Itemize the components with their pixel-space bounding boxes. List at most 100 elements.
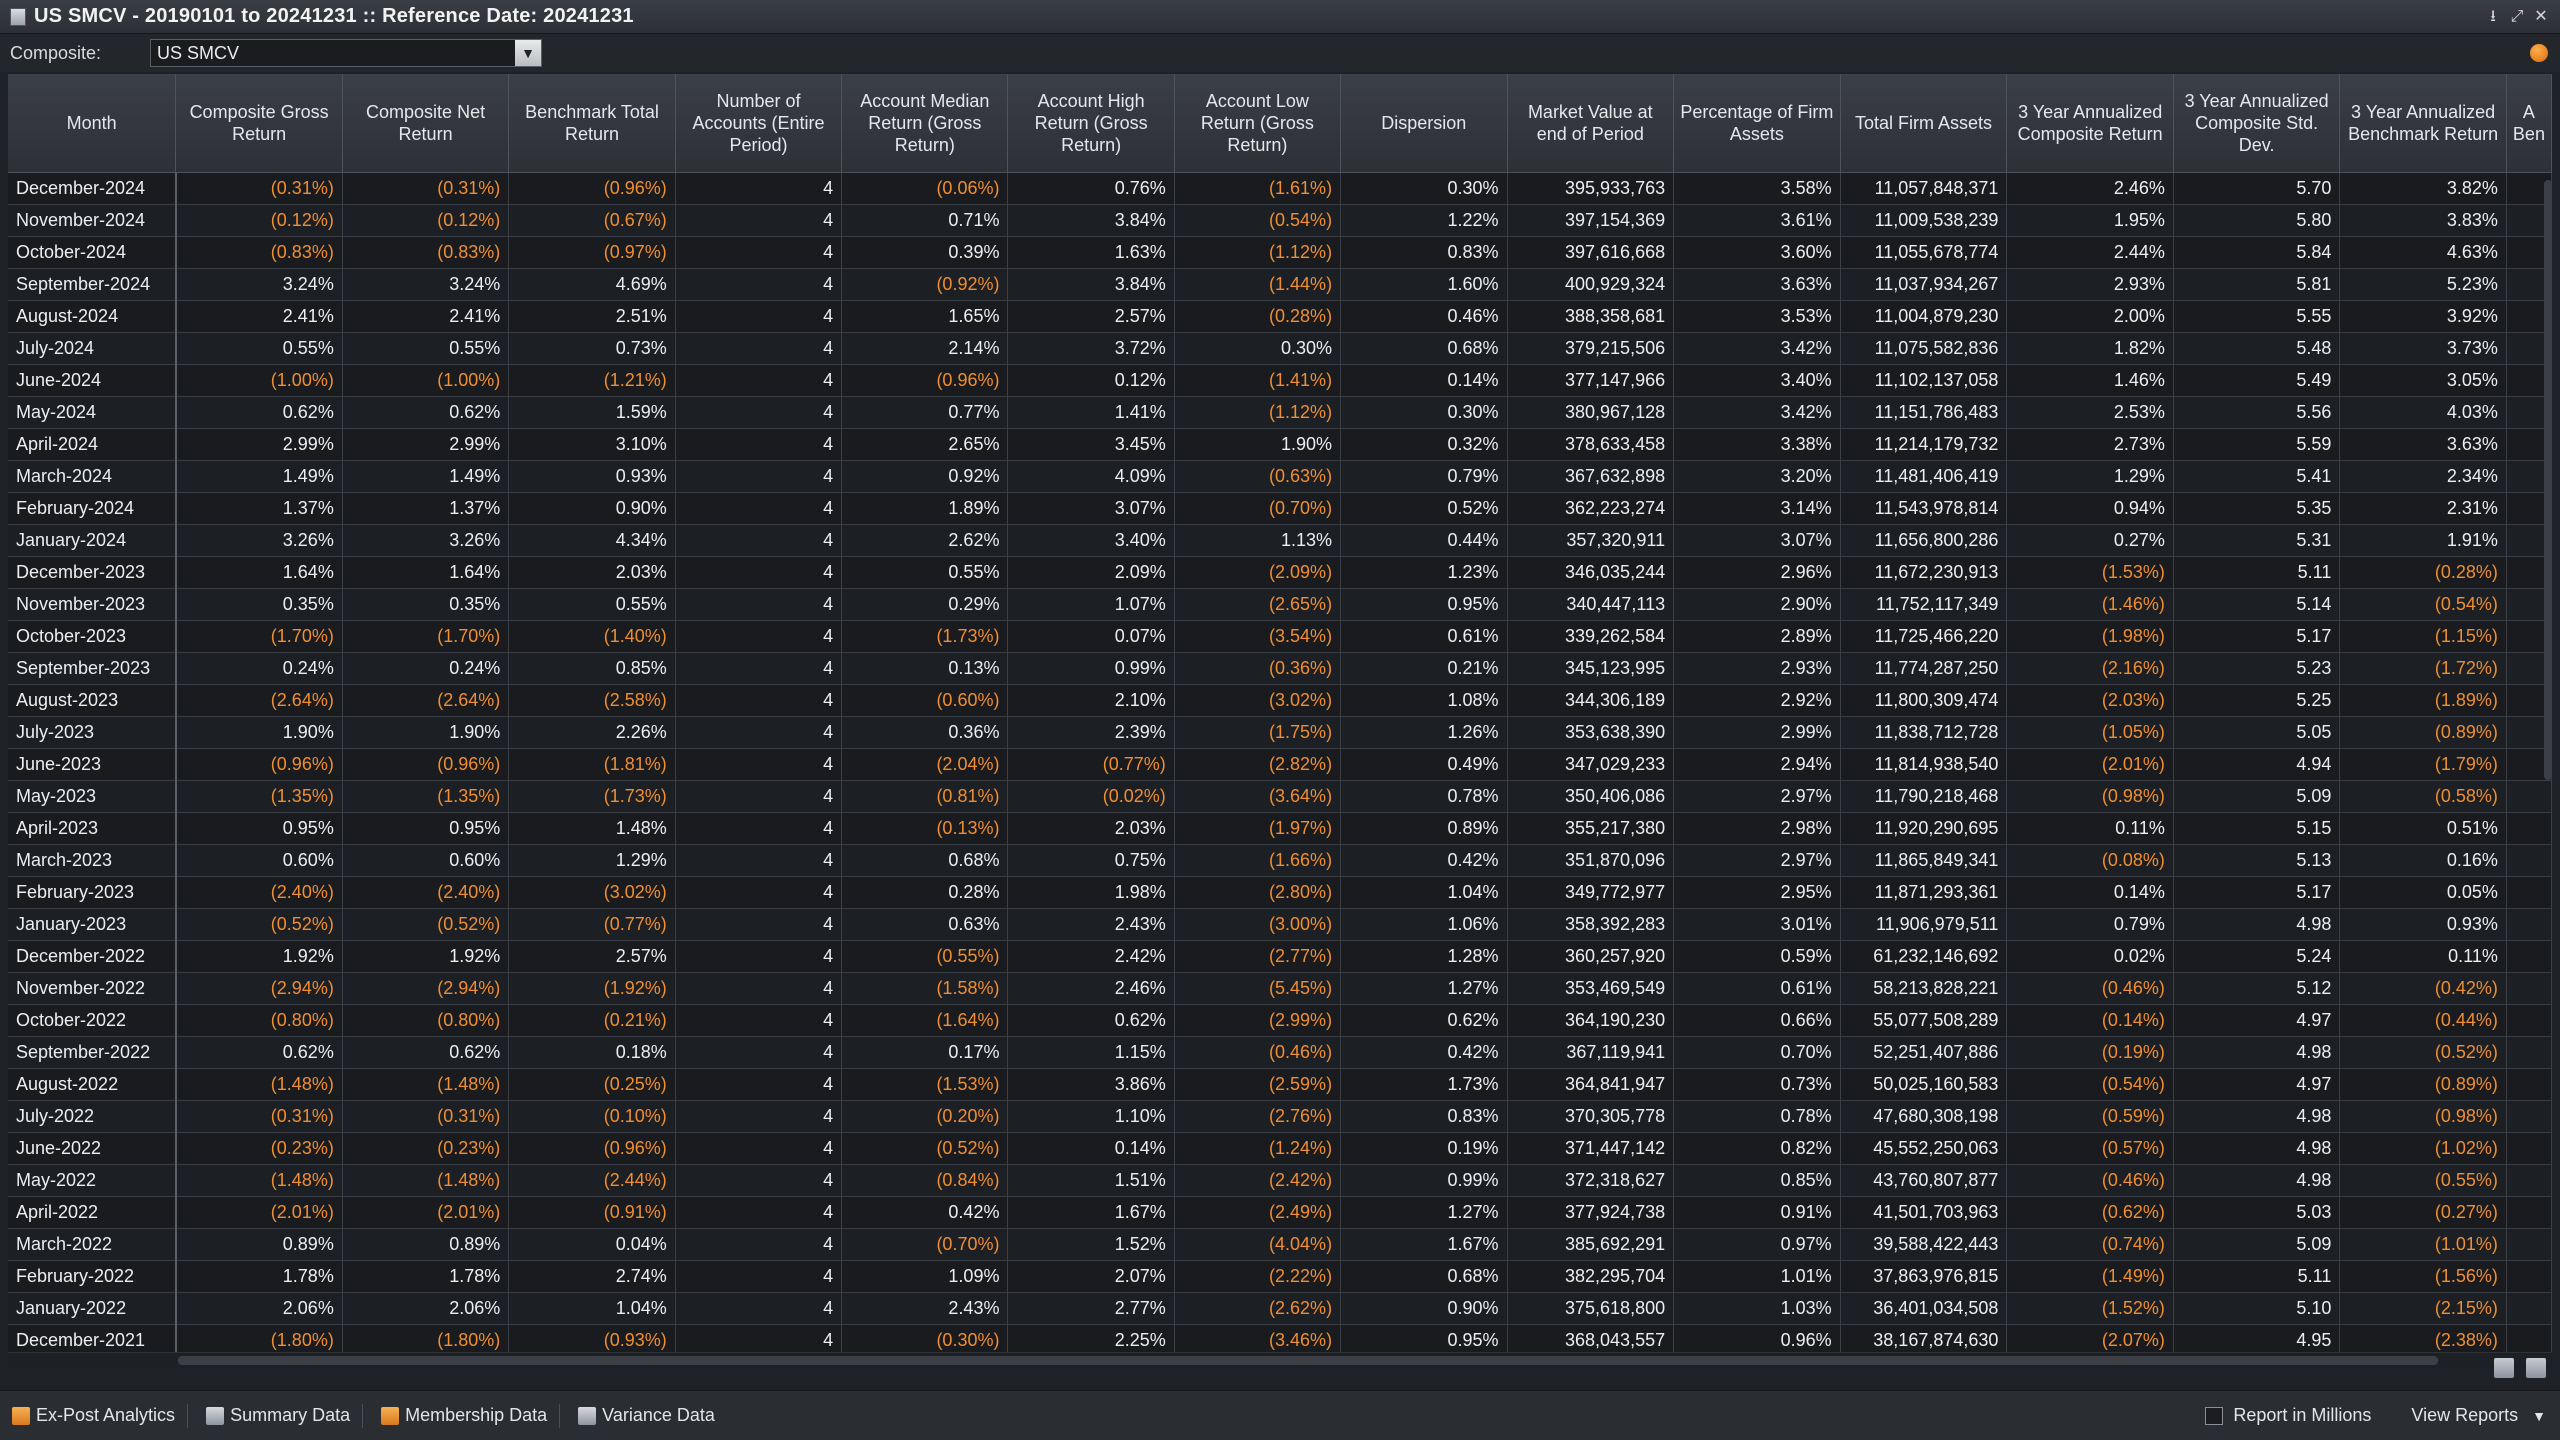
- table-cell-alow: (0.70%): [1174, 492, 1342, 525]
- table-cell-tfa: 11,151,786,483: [1840, 396, 2008, 429]
- table-row[interactable]: March-2022 0.89% 0.89% 0.04% 4 (0.70%) 1.52% (4…: [8, 1228, 2552, 1261]
- table-cell-cnr: 2.41%: [342, 300, 510, 333]
- table-row[interactable]: February-2023 (2.40%) (2.40%) (3.02%) 4 0.28%…: [8, 876, 2552, 909]
- export-icon[interactable]: [2494, 1358, 2514, 1378]
- table-cell-y3b: (0.28%): [2339, 556, 2507, 589]
- column-header-mv[interactable]: Market Value at end of Period: [1507, 74, 1675, 173]
- column-header-tfa[interactable]: Total Firm Assets: [1840, 74, 2008, 173]
- column-header-pct[interactable]: Percentage of Firm Assets: [1673, 74, 1841, 173]
- table-row[interactable]: December-2021 (1.80%) (1.80%) (0.93%) 4 (0.30…: [8, 1324, 2552, 1352]
- column-header-y3s[interactable]: 3 Year Annualized Composite Std. Dev.: [2173, 74, 2341, 173]
- table-cell-y3s: 5.49: [2173, 364, 2341, 397]
- tab-membership-data[interactable]: Membership Data: [381, 1405, 547, 1426]
- column-header-btr[interactable]: Benchmark Total Return: [508, 74, 676, 173]
- print-icon[interactable]: [2526, 1358, 2546, 1378]
- table-cell-disp: 0.79%: [1340, 460, 1508, 493]
- table-row[interactable]: April-2024 2.99% 2.99% 3.10% 4 2.65% 3.45% 1.90…: [8, 428, 2552, 461]
- table-cell-y3c: 2.00%: [2006, 300, 2174, 333]
- column-header-y3b[interactable]: 3 Year Annualized Benchmark Return: [2339, 74, 2507, 173]
- table-row[interactable]: December-2023 1.64% 1.64% 2.03% 4 0.55% 2.09%(…: [8, 556, 2552, 589]
- table-cell-y3s: 5.31: [2173, 524, 2341, 557]
- table-cell-ahigh: 3.84%: [1007, 268, 1175, 301]
- table-row[interactable]: October-2023 (1.70%) (1.70%) (1.40%) 4 (1.73%…: [8, 620, 2552, 653]
- view-reports-button[interactable]: View Reports: [2411, 1405, 2518, 1426]
- vertical-scrollbar[interactable]: [2544, 180, 2552, 780]
- close-icon[interactable]: ✕: [2532, 8, 2550, 26]
- status-indicator-icon[interactable]: [2530, 44, 2548, 62]
- table-row[interactable]: October-2022 (0.80%) (0.80%) (0.21%) 4 (1.64%…: [8, 1004, 2552, 1037]
- table-row[interactable]: November-2023 0.35% 0.35% 0.55% 4 0.29% 1.07%(…: [8, 588, 2552, 621]
- column-header-num[interactable]: Number of Accounts (Entire Period): [675, 74, 843, 173]
- table-cell-ahigh: (0.02%): [1007, 780, 1175, 813]
- table-row[interactable]: May-2024 0.62% 0.62% 1.59% 4 0.77% 1.41% (1.12%…: [8, 396, 2552, 429]
- table-row[interactable]: September-2024 3.24% 3.24% 4.69% 4 (0.92%) 3.8…: [8, 268, 2552, 301]
- table-row[interactable]: July-2023 1.90% 1.90% 2.26% 4 0.36% 2.39% (1.75…: [8, 716, 2552, 749]
- table-cell-extra: [2506, 1260, 2552, 1293]
- table-row[interactable]: January-2023 (0.52%) (0.52%) (0.77%) 4 0.63% 2…: [8, 908, 2552, 941]
- tab-ex-post-analytics[interactable]: Ex-Post Analytics: [12, 1405, 175, 1426]
- table-row[interactable]: October-2024 (0.83%) (0.83%) (0.97%) 4 0.39% 1…: [8, 236, 2552, 269]
- table-cell-amed: (0.55%): [841, 940, 1009, 973]
- chevron-down-icon[interactable]: ▼: [2532, 1408, 2546, 1424]
- table-row[interactable]: February-2022 1.78% 1.78% 2.74% 4 1.09% 2.07%(…: [8, 1260, 2552, 1293]
- table-cell-amed: (0.13%): [841, 812, 1009, 845]
- table-cell-cnr: (1.80%): [342, 1324, 510, 1352]
- column-header-extra[interactable]: A Ben: [2506, 74, 2552, 173]
- table-row[interactable]: May-2023 (1.35%) (1.35%) (1.73%) 4 (0.81%) (0.…: [8, 780, 2552, 813]
- table-cell-cnr: 0.89%: [342, 1228, 510, 1261]
- horizontal-scroll-thumb[interactable]: [178, 1356, 2438, 1365]
- column-header-y3c[interactable]: 3 Year Annualized Composite Return: [2006, 74, 2174, 173]
- table-row[interactable]: December-2024 (0.31%) (0.31%) (0.96%) 4 (0.06…: [8, 172, 2552, 205]
- table-row[interactable]: August-2024 2.41% 2.41% 2.51% 4 1.65% 2.57% (0.…: [8, 300, 2552, 333]
- table-cell-y3s: 5.25: [2173, 684, 2341, 717]
- chevron-down-icon[interactable]: ▼: [515, 40, 541, 66]
- table-row[interactable]: November-2022 (2.94%) (2.94%) (1.92%) 4 (1.58…: [8, 972, 2552, 1005]
- table-cell-ahigh: 1.63%: [1007, 236, 1175, 269]
- column-header-amed[interactable]: Account Median Return (Gross Return): [841, 74, 1009, 173]
- column-header-ahigh[interactable]: Account High Return (Gross Return): [1007, 74, 1175, 173]
- table-row[interactable]: June-2022 (0.23%) (0.23%) (0.96%) 4 (0.52%) 0.…: [8, 1132, 2552, 1165]
- column-header-disp[interactable]: Dispersion: [1340, 74, 1508, 173]
- column-header-alow[interactable]: Account Low Return (Gross Return): [1174, 74, 1342, 173]
- table-row[interactable]: November-2024 (0.12%) (0.12%) (0.67%) 4 0.71%…: [8, 204, 2552, 237]
- table-row[interactable]: April-2022 (2.01%) (2.01%) (0.91%) 4 0.42% 1.6…: [8, 1196, 2552, 1229]
- download-icon[interactable]: ⭳: [2484, 8, 2502, 26]
- table-cell-y3c: 2.93%: [2006, 268, 2174, 301]
- table-row[interactable]: December-2022 1.92% 1.92% 2.57% 4 (0.55%) 2.42…: [8, 940, 2552, 973]
- table-cell-y3c: (0.46%): [2006, 1164, 2174, 1197]
- table-row[interactable]: April-2023 0.95% 0.95% 1.48% 4 (0.13%) 2.03% (1…: [8, 812, 2552, 845]
- table-cell-y3c: 1.29%: [2006, 460, 2174, 493]
- table-row[interactable]: August-2023 (2.64%) (2.64%) (2.58%) 4 (0.60%)…: [8, 684, 2552, 717]
- table-cell-disp: 0.61%: [1340, 620, 1508, 653]
- table-row[interactable]: March-2023 0.60% 0.60% 1.29% 4 0.68% 0.75% (1.6…: [8, 844, 2552, 877]
- table-row[interactable]: September-2023 0.24% 0.24% 0.85% 4 0.13% 0.99%…: [8, 652, 2552, 685]
- table-cell-y3s: 5.09: [2173, 1228, 2341, 1261]
- table-row[interactable]: January-2024 3.26% 3.26% 4.34% 4 2.62% 3.40% 1.…: [8, 524, 2552, 557]
- table-row[interactable]: July-2022 (0.31%) (0.31%) (0.10%) 4 (0.20%) 1.…: [8, 1100, 2552, 1133]
- table-row[interactable]: March-2024 1.49% 1.49% 0.93% 4 0.92% 4.09% (0.6…: [8, 460, 2552, 493]
- table-cell-disp: 1.23%: [1340, 556, 1508, 589]
- data-grid[interactable]: Month Composite Gross Return Composite Net…: [8, 74, 2552, 1352]
- table-cell-y3c: 2.44%: [2006, 236, 2174, 269]
- composite-select[interactable]: US SMCV ▼: [150, 39, 542, 67]
- table-cell-cnr: (1.00%): [342, 364, 510, 397]
- table-cell-alow: (2.99%): [1174, 1004, 1342, 1037]
- table-row[interactable]: February-2024 1.37% 1.37% 0.90% 4 1.89% 3.07%(…: [8, 492, 2552, 525]
- table-row[interactable]: January-2022 2.06% 2.06% 1.04% 4 2.43% 2.77% (2…: [8, 1292, 2552, 1325]
- horizontal-scrollbar[interactable]: [8, 1352, 2552, 1369]
- maximize-icon[interactable]: ⤢: [2508, 8, 2526, 26]
- column-header-month[interactable]: Month: [8, 74, 177, 173]
- column-header-cnr[interactable]: Composite Net Return: [342, 74, 510, 173]
- report-in-millions-checkbox[interactable]: [2205, 1406, 2224, 1425]
- table-row[interactable]: July-2024 0.55% 0.55% 0.73% 4 2.14% 3.72% 0.30%…: [8, 332, 2552, 365]
- table-row[interactable]: May-2022 (1.48%) (1.48%) (2.44%) 4 (0.84%) 1.5…: [8, 1164, 2552, 1197]
- table-row[interactable]: June-2023 (0.96%) (0.96%) (1.81%) 4 (2.04%) (0…: [8, 748, 2552, 781]
- table-cell-btr: (1.21%): [508, 364, 676, 397]
- tab-summary-data[interactable]: Summary Data: [206, 1405, 350, 1426]
- table-row[interactable]: August-2022 (1.48%) (1.48%) (0.25%) 4 (1.53%)…: [8, 1068, 2552, 1101]
- table-cell-y3c: 2.46%: [2006, 172, 2174, 205]
- table-row[interactable]: September-2022 0.62% 0.62% 0.18% 4 0.17% 1.15%…: [8, 1036, 2552, 1069]
- column-header-cgr[interactable]: Composite Gross Return: [175, 74, 343, 173]
- tab-variance-data[interactable]: Variance Data: [578, 1405, 715, 1426]
- table-row[interactable]: June-2024 (1.00%) (1.00%) (1.21%) 4 (0.96%) 0.…: [8, 364, 2552, 397]
